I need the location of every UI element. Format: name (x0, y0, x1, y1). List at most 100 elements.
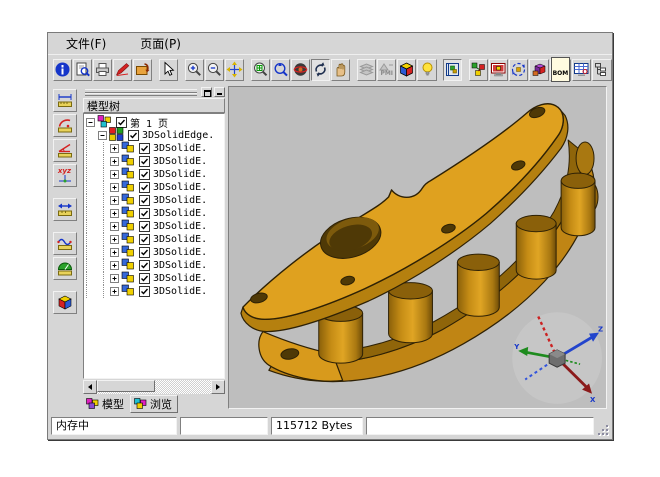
checkbox[interactable] (139, 260, 150, 271)
tree-row-part[interactable]: 3DSolidE. (86, 207, 224, 220)
panel-hide-button[interactable] (214, 87, 225, 97)
checkbox[interactable] (139, 286, 150, 297)
measure-angle-button[interactable] (53, 139, 77, 162)
animate-button[interactable] (509, 59, 528, 81)
measure-curve-button[interactable] (53, 232, 77, 255)
tree-row-part[interactable]: 3DSolidE. (86, 142, 224, 155)
zoom-in-icon (186, 61, 203, 78)
zoom-dynamic-button[interactable] (271, 59, 290, 81)
tree-row-assembly[interactable]: 3DSolidEdge. (86, 129, 224, 142)
tree-row-part[interactable]: 3DSolidE. (86, 259, 224, 272)
checkbox[interactable] (139, 247, 150, 258)
refresh-button[interactable] (311, 59, 330, 81)
model-tree: 第 1 页 3DSolidEdge. (83, 113, 225, 379)
expand-icon[interactable] (110, 222, 119, 231)
tree-row-part[interactable]: 3DSolidE. (86, 168, 224, 181)
checkbox[interactable] (139, 221, 150, 232)
select-button[interactable] (159, 59, 178, 81)
part-colors-button[interactable] (469, 59, 488, 81)
zoom-out-icon (206, 61, 223, 78)
measure-xyz-icon: xyz (57, 168, 73, 183)
view-cube-button[interactable] (397, 59, 416, 81)
scrollbar-thumb[interactable] (97, 380, 155, 392)
checkbox[interactable] (139, 273, 150, 284)
checkbox[interactable] (139, 234, 150, 245)
tree-row-page[interactable]: 第 1 页 (86, 116, 224, 129)
tree-row-part[interactable]: 3DSolidE. (86, 272, 224, 285)
measure-distance-button[interactable] (53, 89, 77, 112)
solids-button[interactable] (529, 59, 548, 81)
browse-tab-icon (134, 398, 147, 409)
expand-icon[interactable] (110, 274, 119, 283)
tree-row-part[interactable]: 3DSolidE. (86, 233, 224, 246)
tree-row-part[interactable]: 3DSolidE. (86, 246, 224, 259)
scroll-right-button[interactable] (211, 380, 225, 394)
expand-icon[interactable] (110, 144, 119, 153)
status-field4 (366, 417, 594, 435)
menu-file[interactable]: 文件(F) (62, 34, 110, 53)
zoom-in-button[interactable] (185, 59, 204, 81)
checkbox[interactable] (128, 130, 139, 141)
measure-between-button[interactable] (53, 198, 77, 221)
pan-button[interactable] (331, 59, 350, 81)
rotate-orb-button[interactable] (291, 59, 310, 81)
expand-icon[interactable] (110, 209, 119, 218)
zoom-fit-button[interactable] (225, 59, 244, 81)
layers-button[interactable] (357, 59, 376, 81)
export-button[interactable] (133, 59, 152, 81)
resize-grip[interactable] (597, 424, 609, 436)
table-screen-button[interactable] (572, 59, 591, 81)
print-button[interactable] (93, 59, 112, 81)
tree-row-part[interactable]: 3DSolidE. (86, 155, 224, 168)
zoom-out-button[interactable] (205, 59, 224, 81)
measure-area-button[interactable] (53, 257, 77, 280)
tree-horizontal-scrollbar[interactable] (83, 380, 225, 394)
expand-icon[interactable] (110, 287, 119, 296)
measure-area-icon (56, 260, 74, 277)
checkbox[interactable] (139, 195, 150, 206)
zoom-window-button[interactable] (251, 59, 270, 81)
tab-model[interactable]: 模型 (83, 395, 129, 413)
grip-lines-icon (85, 89, 197, 96)
info-button[interactable] (53, 59, 72, 81)
pmi-button[interactable]: PMI (377, 59, 396, 81)
expand-icon[interactable] (110, 183, 119, 192)
checkbox[interactable] (139, 156, 150, 167)
screen-cube-button[interactable] (489, 59, 508, 81)
expand-icon[interactable] (110, 157, 119, 166)
measure-volume-button[interactable] (53, 291, 77, 314)
tree-view-button[interactable] (592, 59, 611, 81)
image-toggle-button[interactable] (443, 59, 462, 81)
print-preview-button[interactable] (73, 59, 92, 81)
menu-page[interactable]: 页面(P) (136, 34, 185, 53)
checkbox[interactable] (139, 169, 150, 180)
panel-grip[interactable] (83, 86, 225, 98)
orientation-indicator[interactable]: Z Y X (512, 312, 603, 404)
scroll-left-button[interactable] (83, 380, 97, 394)
status-memory: 内存中 (51, 417, 177, 435)
expand-icon[interactable] (110, 248, 119, 257)
expand-icon[interactable] (110, 170, 119, 179)
panel-restore-button[interactable] (201, 87, 212, 97)
expand-icon[interactable] (110, 261, 119, 270)
checkbox[interactable] (139, 208, 150, 219)
tree-row-part[interactable]: 3DSolidE. (86, 220, 224, 233)
tree-row-part[interactable]: 3DSolidE. (86, 194, 224, 207)
checkbox[interactable] (139, 182, 150, 193)
3d-viewport[interactable]: Z Y X (228, 86, 607, 409)
scrollbar-track[interactable] (97, 380, 211, 394)
bom-button[interactable]: BOM (550, 59, 572, 81)
measure-radius-button[interactable] (53, 114, 77, 137)
tab-browse[interactable]: 浏览 (130, 395, 178, 413)
checkbox[interactable] (139, 143, 150, 154)
expand-icon[interactable] (110, 196, 119, 205)
collapse-icon[interactable] (98, 131, 107, 140)
expand-icon[interactable] (110, 235, 119, 244)
tree-row-part[interactable]: 3DSolidE. (86, 285, 224, 298)
tree-row-part[interactable]: 3DSolidE. (86, 181, 224, 194)
light-button[interactable] (417, 59, 436, 81)
axis-y-label: Y (513, 342, 520, 351)
collapse-icon[interactable] (86, 118, 95, 127)
measure-xyz-button[interactable]: xyz (53, 164, 77, 187)
markup-button[interactable] (113, 59, 132, 81)
